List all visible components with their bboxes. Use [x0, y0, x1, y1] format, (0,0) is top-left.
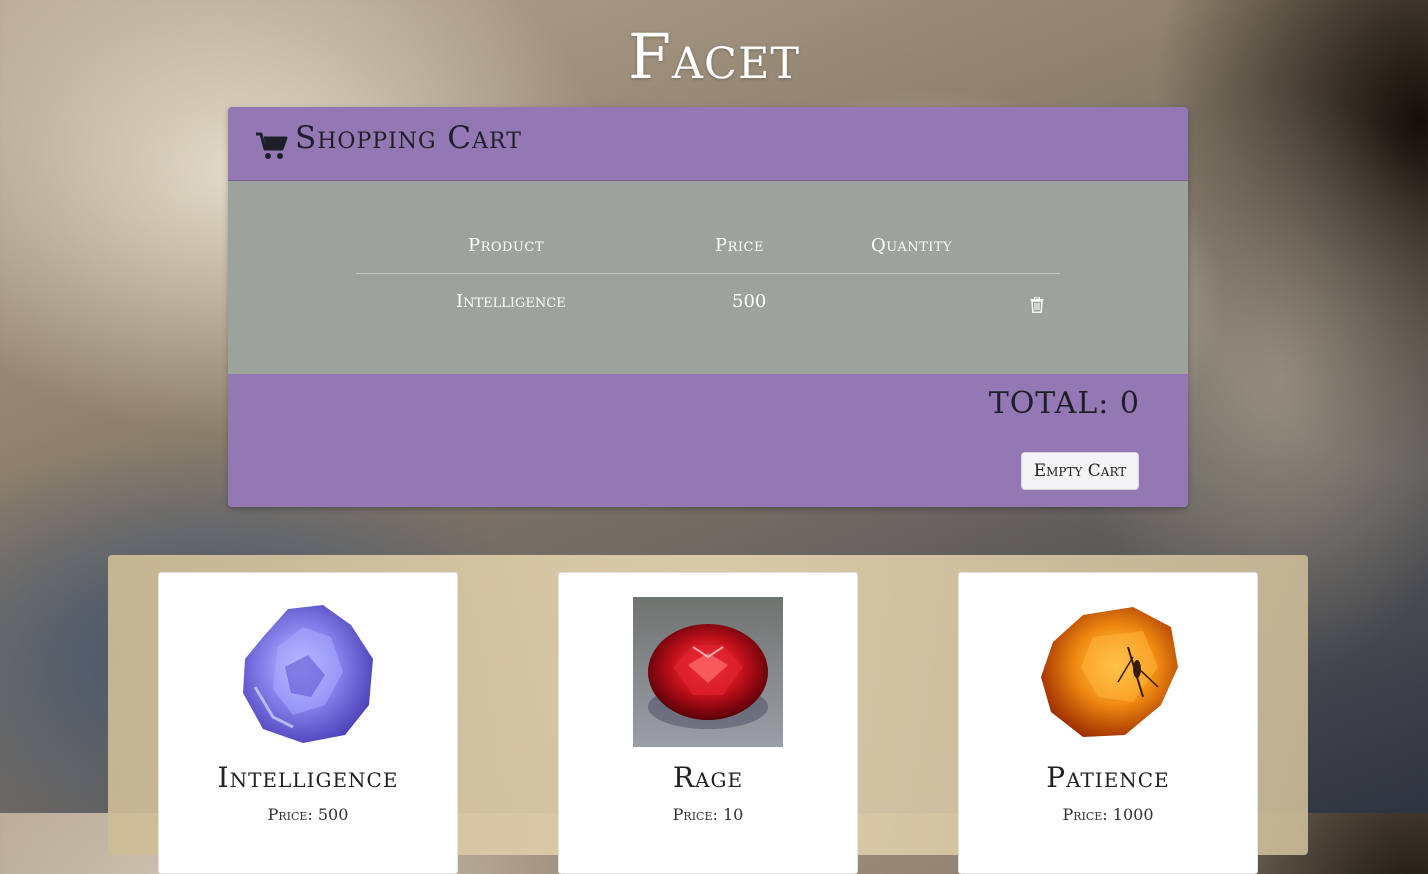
product-price: Price: 500: [267, 805, 349, 824]
shopping-cart-panel: Shopping Cart Product Price Quantity Int…: [228, 107, 1188, 507]
product-name: Intelligence: [217, 761, 399, 794]
cart-table: Product Price Quantity Intelligence 500: [228, 181, 1188, 374]
product-name: Rage: [672, 761, 744, 794]
product-card[interactable]: Intelligence Price: 500: [158, 572, 458, 874]
product-card[interactable]: Patience Price: 1000: [958, 572, 1258, 874]
cart-item-price: 500: [732, 291, 767, 312]
cart-title: Shopping Cart: [295, 120, 522, 156]
gem-image-ruby[interactable]: [633, 597, 783, 747]
cart-header: Shopping Cart: [228, 107, 1188, 181]
product-price: Price: 1000: [1062, 805, 1154, 824]
total-label: TOTAL:: [988, 386, 1110, 421]
gem-image-tanzanite[interactable]: [233, 597, 383, 747]
shopping-cart-icon: [256, 132, 288, 159]
gem-image-amber[interactable]: [1033, 597, 1183, 747]
cart-item-product: Intelligence: [456, 291, 566, 312]
column-header-price: Price: [715, 235, 764, 256]
column-header-quantity: Quantity: [871, 235, 953, 256]
total-value: 0: [1119, 386, 1140, 421]
product-name: Patience: [1046, 761, 1170, 794]
empty-cart-button[interactable]: Empty Cart: [1021, 452, 1139, 490]
cart-footer: TOTAL: 0 Empty Cart: [228, 374, 1188, 507]
cart-total: TOTAL: 0: [989, 386, 1140, 421]
column-header-product: Product: [468, 235, 545, 256]
trash-icon[interactable]: [1030, 297, 1044, 313]
app-title: Facet: [627, 20, 801, 93]
product-list: Intelligence Price: 500 Rage Price: 10 P…: [108, 555, 1308, 874]
product-price: Price: 10: [672, 805, 744, 824]
table-divider: [356, 273, 1060, 274]
product-card[interactable]: Rage Price: 10: [558, 572, 858, 874]
